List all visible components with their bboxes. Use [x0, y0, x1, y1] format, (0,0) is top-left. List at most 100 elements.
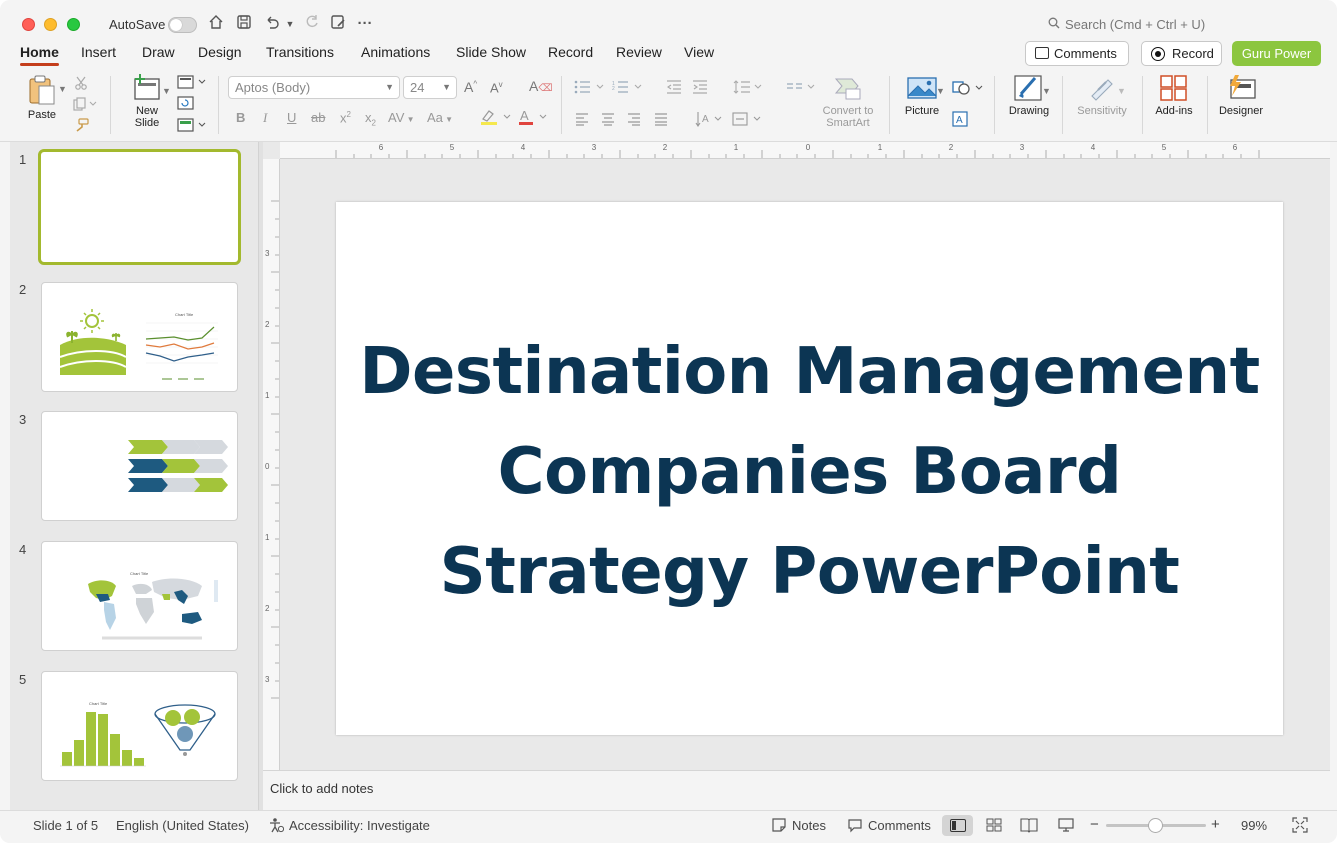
slide-sorter-icon[interactable]	[984, 817, 1004, 835]
font-color-icon[interactable]: A	[518, 108, 552, 129]
align-left-icon[interactable]	[575, 112, 589, 129]
slide-show-icon[interactable]	[1056, 817, 1076, 835]
autosave-toggle[interactable]	[168, 17, 197, 33]
paste-options-chevron-icon[interactable]: ▼	[58, 84, 67, 94]
subscript-icon[interactable]: x2	[365, 110, 376, 128]
add-ins-icon	[1160, 75, 1187, 101]
convert-to-smartart-button[interactable]: Convert to SmartArt	[818, 76, 878, 129]
more-options-icon[interactable]: ···	[355, 14, 375, 34]
notes-toggle-label[interactable]: Notes	[792, 818, 826, 833]
zoom-slider-thumb[interactable]	[1148, 818, 1163, 833]
slide-thumbnail-2[interactable]: Chart Title	[41, 282, 238, 392]
format-painter-icon[interactable]	[73, 118, 89, 135]
guru-power-button[interactable]: Guru Power	[1232, 41, 1321, 66]
bold-icon[interactable]: B	[236, 110, 245, 125]
tab-transitions[interactable]: Transitions	[266, 44, 334, 60]
new-slide-button[interactable]: New Slide	[124, 74, 170, 129]
slide-thumbnail-panel[interactable]: 1 2 Chart Title 3 4 Chart Title 5 Chart …	[10, 142, 258, 810]
slide-title-textbox[interactable]: Destination Management Companies Board S…	[336, 322, 1283, 622]
superscript-icon[interactable]: x2	[340, 110, 351, 125]
reset-slide-icon[interactable]	[177, 96, 195, 113]
align-right-icon[interactable]	[627, 112, 641, 129]
tab-home[interactable]: Home	[20, 44, 59, 66]
zoom-out-icon[interactable]: −	[1090, 816, 1099, 833]
current-slide-canvas[interactable]: Destination Management Companies Board S…	[336, 202, 1283, 735]
home-icon[interactable]	[206, 14, 226, 34]
italic-icon[interactable]: I	[263, 110, 267, 126]
increase-font-size-icon[interactable]: A^	[464, 79, 477, 95]
add-ins-button[interactable]: Add-ins	[1151, 74, 1197, 117]
highlight-color-icon[interactable]	[480, 108, 514, 129]
minimize-window-button[interactable]	[44, 18, 57, 31]
accessibility-icon[interactable]	[266, 817, 286, 835]
tab-draw[interactable]: Draw	[142, 44, 175, 60]
comments-status-icon[interactable]	[845, 817, 865, 835]
drawing-chevron-icon[interactable]: ▼	[1042, 86, 1051, 96]
sensitivity-icon	[1091, 79, 1113, 101]
language-indicator[interactable]: English (United States)	[116, 818, 249, 833]
underline-icon[interactable]: U	[287, 110, 296, 125]
fit-to-window-icon[interactable]	[1290, 817, 1310, 835]
decrease-indent-icon[interactable]	[666, 80, 682, 97]
slide-thumbnail-1[interactable]	[38, 149, 241, 265]
sensitivity-chevron-icon[interactable]: ▼	[1117, 86, 1126, 96]
zoom-window-button[interactable]	[67, 18, 80, 31]
new-slide-chevron-icon[interactable]: ▼	[162, 86, 171, 96]
bullets-icon[interactable]	[574, 80, 608, 97]
copy-icon[interactable]	[73, 97, 97, 114]
slide-thumbnail-5[interactable]: Chart Title	[41, 671, 238, 781]
paste-button[interactable]: Paste	[22, 74, 62, 121]
numbering-icon[interactable]: 12	[612, 80, 646, 97]
zoom-in-icon[interactable]: +	[1211, 816, 1220, 833]
save-icon[interactable]	[234, 14, 254, 34]
slide-thumbnail-4[interactable]: Chart Title	[41, 541, 238, 651]
font-size-select[interactable]: 24 ▼	[403, 76, 457, 99]
shapes-icon[interactable]	[952, 79, 984, 100]
notes-icon[interactable]	[769, 817, 789, 835]
normal-view-icon[interactable]	[942, 815, 973, 836]
notes-pane[interactable]: Click to add notes	[263, 770, 1330, 810]
change-case-icon[interactable]: Aa ▼	[427, 110, 453, 125]
picture-chevron-icon[interactable]: ▼	[936, 86, 945, 96]
comments-toggle-label[interactable]: Comments	[868, 818, 931, 833]
record-button[interactable]: Record	[1141, 41, 1222, 66]
increase-indent-icon[interactable]	[692, 80, 708, 97]
font-name-select[interactable]: Aptos (Body) ▼	[228, 76, 400, 99]
reading-view-icon[interactable]	[1019, 817, 1039, 835]
slide-thumbnail-3[interactable]	[41, 411, 238, 521]
undo-icon[interactable]	[262, 14, 282, 34]
undo-dropdown-chevron-icon[interactable]: ▼	[280, 14, 300, 34]
zoom-level[interactable]: 99%	[1241, 818, 1267, 833]
clear-formatting-icon[interactable]: A⌫	[529, 78, 552, 94]
save-as-icon[interactable]	[328, 14, 348, 34]
line-spacing-icon[interactable]	[733, 79, 767, 98]
tab-view[interactable]: View	[684, 44, 714, 60]
tab-record[interactable]: Record	[548, 44, 593, 60]
tab-animations[interactable]: Animations	[361, 44, 430, 60]
layout-icon[interactable]	[177, 75, 207, 92]
accessibility-status[interactable]: Accessibility: Investigate	[289, 818, 430, 833]
align-center-icon[interactable]	[601, 112, 615, 129]
tab-design[interactable]: Design	[198, 44, 242, 60]
search-box[interactable]: Search (Cmd + Ctrl + U)	[1048, 17, 1205, 32]
text-box-icon[interactable]: A	[952, 111, 968, 130]
comments-button[interactable]: Comments	[1025, 41, 1129, 66]
slide-editor: 6 5 4 3 2 1 0 1 2 3 4 5 6 3 2 1 0 1 2 3 Destination Manage…	[263, 142, 1330, 770]
section-icon[interactable]	[177, 118, 207, 135]
text-direction-icon[interactable]: A	[695, 111, 725, 130]
svg-text:A: A	[702, 114, 709, 125]
decrease-font-size-icon[interactable]: Av	[490, 80, 503, 95]
designer-button[interactable]: Designer	[1216, 74, 1266, 117]
comments-button-label: Comments	[1054, 46, 1117, 61]
align-text-icon[interactable]	[732, 111, 766, 130]
tab-slide-show[interactable]: Slide Show	[456, 44, 526, 60]
tab-insert[interactable]: Insert	[81, 44, 116, 60]
character-spacing-icon[interactable]: AV ▼	[388, 110, 415, 125]
close-window-button[interactable]	[22, 18, 35, 31]
redo-icon[interactable]	[302, 14, 322, 34]
justify-icon[interactable]	[654, 112, 668, 129]
strikethrough-icon[interactable]: ab	[311, 110, 325, 125]
cut-icon[interactable]	[74, 76, 88, 93]
columns-icon[interactable]	[786, 80, 820, 97]
tab-review[interactable]: Review	[616, 44, 662, 60]
